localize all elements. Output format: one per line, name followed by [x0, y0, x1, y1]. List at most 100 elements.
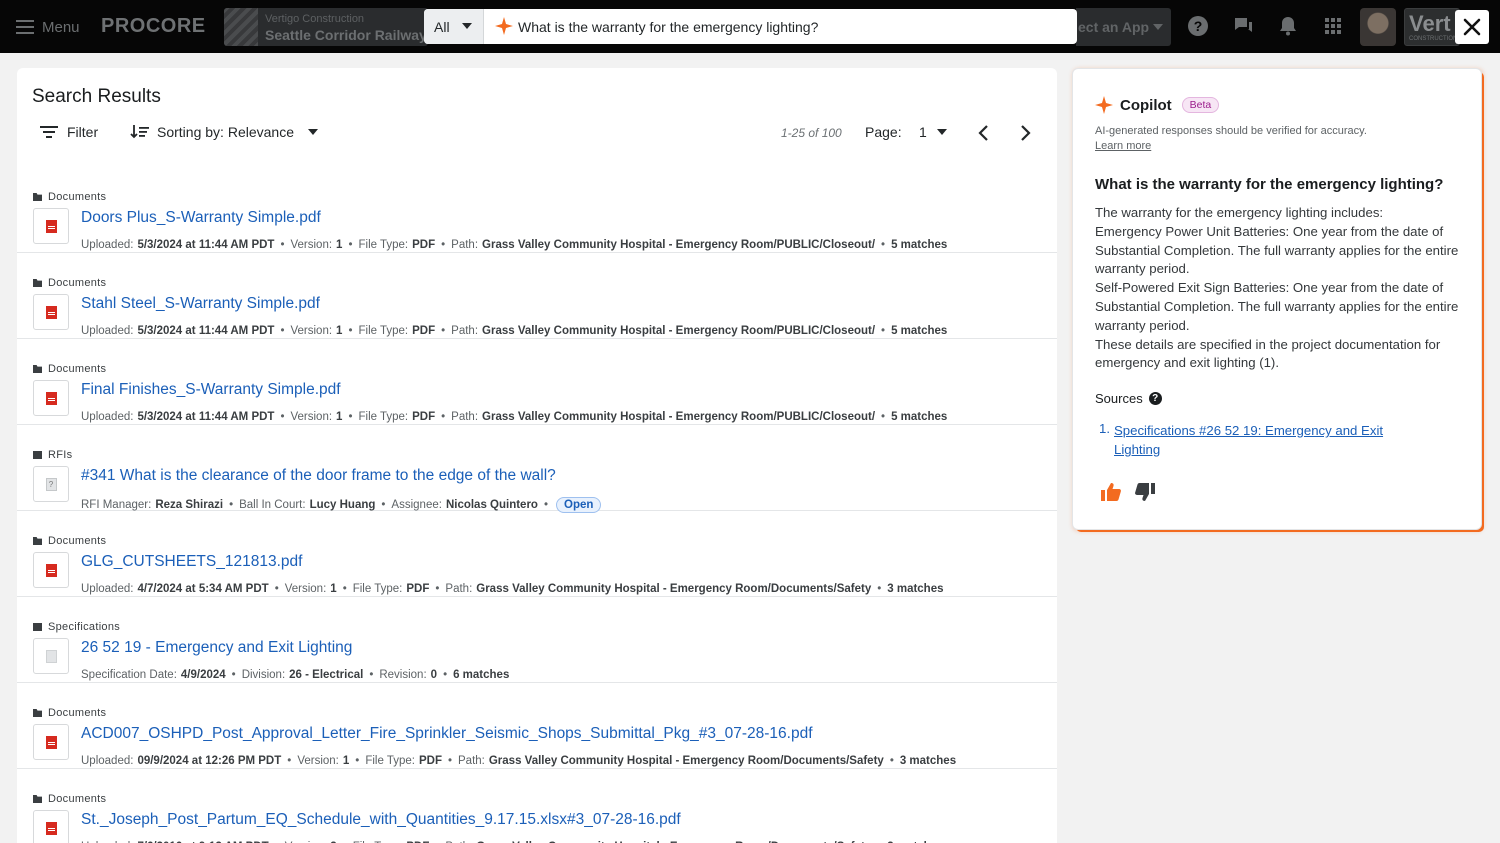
result-type-label: Documents: [48, 535, 107, 547]
filter-button[interactable]: Filter: [39, 124, 98, 140]
select-app-label: ect an App: [1078, 19, 1150, 35]
thumbs-up-icon[interactable]: [1100, 481, 1122, 503]
chevron-down-icon: [936, 129, 947, 135]
results-toolbar: Filter Sorting by: Relevance 1-25 of 100…: [17, 120, 1057, 150]
meta-value: 4/9/2024: [180, 669, 226, 681]
page-select-dropdown[interactable]: 1: [919, 124, 947, 140]
result-type-label: Documents: [48, 191, 107, 203]
result-title-link[interactable]: #341 What is the clearance of the door f…: [81, 467, 556, 485]
result-title-link[interactable]: Doors Plus_S-Warranty Simple.pdf: [81, 209, 321, 227]
separator-dot: •: [280, 325, 285, 337]
meta-label: Path:: [451, 239, 479, 251]
folder-icon: [33, 795, 42, 803]
chat-icon[interactable]: [1232, 15, 1254, 37]
meta-value: PDF: [418, 755, 442, 767]
result-type-label: Documents: [48, 707, 107, 719]
project-name: Seattle Corridor Railway: [265, 27, 427, 43]
meta-value: 5 matches: [891, 411, 948, 423]
answer-paragraph: Self-Powered Exit Sign Batteries: One ye…: [1095, 280, 1459, 333]
learn-more-link[interactable]: Learn more: [1095, 140, 1151, 152]
thumbs-down-icon[interactable]: [1134, 481, 1156, 503]
folder-icon: [33, 279, 42, 287]
meta-label: Specification Date:: [81, 669, 177, 681]
result-title-link[interactable]: ACD007_OSHPD_Post_Approval_Letter_Fire_S…: [81, 725, 813, 743]
search-results-panel: Search Results Filter Sorting by: Releva…: [17, 68, 1057, 843]
rfi-icon: [33, 451, 42, 459]
meta-label: Path:: [445, 583, 473, 595]
meta-value: 5 matches: [891, 239, 948, 251]
separator-dot: •: [381, 499, 386, 511]
meta-value: 5/3/2024 at 11:44 AM PDT: [137, 239, 275, 251]
meta-value: Grass Valley Community Hospital - Emerge…: [476, 583, 872, 595]
separator-dot: •: [881, 325, 886, 337]
separator-dot: •: [441, 411, 446, 423]
separator-dot: •: [355, 755, 360, 767]
folder-icon: [33, 537, 42, 545]
separator-dot: •: [435, 583, 440, 595]
result-type: Documents: [33, 793, 106, 805]
project-selector[interactable]: Vertigo Construction Seattle Corridor Ra…: [224, 8, 428, 46]
hamburger-icon: [16, 20, 34, 34]
meta-label: File Type:: [358, 411, 409, 423]
meta-label: Uploaded:: [81, 583, 134, 595]
meta-value: 1: [342, 755, 350, 767]
pdf-file-icon: [33, 552, 69, 588]
folder-icon: [33, 193, 42, 201]
help-icon[interactable]: ?: [1148, 392, 1162, 405]
search-result-row: Documents Doors Plus_S-Warranty Simple.pd…: [17, 167, 1057, 253]
meta-label: Assignee:: [391, 499, 442, 511]
result-meta: Uploaded: 4/7/2024 at 5:34 AM PDT • Version…: [81, 583, 944, 595]
result-title-link[interactable]: 26 52 19 - Emergency and Exit Lighting: [81, 639, 352, 657]
select-app-dropdown[interactable]: ect an App: [1076, 8, 1171, 46]
project-thumbnail: [224, 8, 258, 46]
meta-label: Revision:: [379, 669, 427, 681]
result-type-label: RFIs: [48, 449, 73, 461]
meta-label: Path:: [458, 755, 485, 767]
copilot-sparkle-icon: [1095, 96, 1113, 114]
previous-page-button[interactable]: [975, 122, 993, 144]
meta-label: Version:: [290, 239, 333, 251]
menu-button[interactable]: Menu: [16, 14, 80, 40]
result-title-link[interactable]: GLG_CUTSHEETS_121813.pdf: [81, 553, 302, 571]
chevron-down-icon: [462, 23, 472, 29]
answer-paragraph: The warranty for the emergency lighting …: [1095, 205, 1384, 220]
meta-label: Version:: [290, 325, 333, 337]
help-icon[interactable]: ?: [1187, 15, 1209, 37]
close-icon: [1463, 18, 1481, 36]
result-type-label: Documents: [48, 793, 107, 805]
meta-value: 5 matches: [891, 325, 948, 337]
separator-dot: •: [877, 583, 882, 595]
separator-dot: •: [231, 669, 236, 681]
search-bar: All: [424, 9, 1077, 44]
procore-logo[interactable]: PROCORE: [101, 15, 206, 38]
bell-icon[interactable]: [1277, 15, 1299, 37]
company-logo[interactable]: Vert CONSTRUCTION: [1404, 8, 1460, 46]
next-page-button[interactable]: [1016, 122, 1034, 144]
avatar[interactable]: [1360, 8, 1396, 46]
result-title-link[interactable]: Stahl Steel_S-Warranty Simple.pdf: [81, 295, 320, 313]
meta-value: 3 matches: [887, 583, 944, 595]
meta-value: PDF: [406, 583, 430, 595]
source-link[interactable]: Specifications #26 52 19: Emergency and …: [1114, 421, 1424, 459]
result-meta: Specification Date: 4/9/2024 • Division: 26 …: [81, 669, 509, 681]
answer-paragraph: Emergency Power Unit Batteries: One year…: [1095, 223, 1459, 277]
result-meta: Uploaded: 5/3/2024 at 11:44 AM PDT • Versio…: [81, 239, 947, 251]
separator-dot: •: [280, 411, 285, 423]
result-type: Documents: [33, 707, 106, 719]
sort-icon: [130, 125, 149, 139]
meta-value: PDF: [412, 239, 436, 251]
meta-label: Ball In Court:: [239, 499, 306, 511]
copilot-panel: Copilot Beta AI-generated responses shou…: [1072, 68, 1482, 530]
top-navigation-bar: Menu PROCORE Vertigo Construction Seattl…: [0, 0, 1500, 53]
sort-dropdown[interactable]: Sorting by: Relevance: [130, 124, 318, 140]
search-input[interactable]: [518, 9, 1058, 44]
pdf-file-icon: [33, 724, 69, 760]
search-scope-dropdown[interactable]: All: [424, 9, 484, 44]
close-search-button[interactable]: [1455, 10, 1489, 44]
result-title-link[interactable]: St._Joseph_Post_Partum_EQ_Schedule_with_…: [81, 811, 681, 829]
meta-label: File Type:: [358, 239, 409, 251]
apps-grid-icon[interactable]: [1322, 15, 1344, 37]
result-title-link[interactable]: Final Finishes_S-Warranty Simple.pdf: [81, 381, 341, 399]
rfi-file-icon: ?: [33, 466, 69, 502]
folder-icon: [33, 365, 42, 373]
